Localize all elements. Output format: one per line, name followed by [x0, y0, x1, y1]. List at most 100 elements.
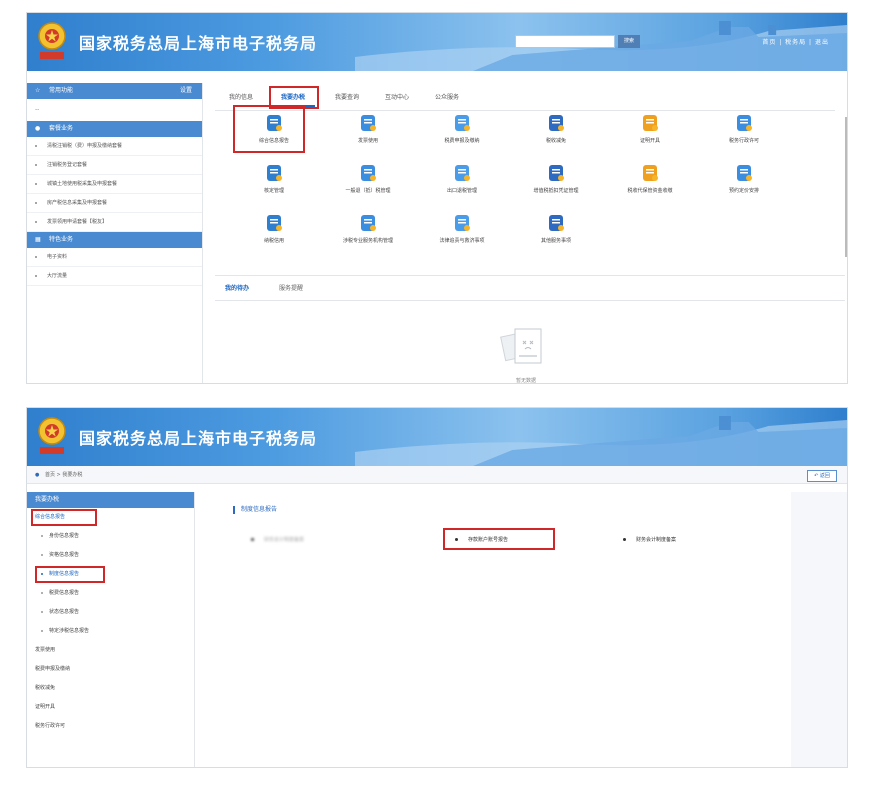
sidebar-subitem[interactable]: 资格信息报告 [27, 546, 194, 565]
service-item[interactable]: 一般退（抵）税管理 [323, 163, 413, 194]
sidebar-subitem[interactable]: 状态信息报告 [27, 603, 194, 622]
back-button[interactable]: ↶ 返回 [807, 470, 837, 482]
service-item[interactable]: 核定管理 [229, 163, 319, 194]
service-label: 税收减免 [545, 138, 566, 144]
location-pin-icon: ● [35, 472, 40, 478]
sidebar-item[interactable]: 电子资料 [27, 248, 202, 267]
service-item[interactable]: 税收代保管资金收缴 [605, 163, 695, 194]
doc2-icon [737, 115, 752, 131]
service-label: 核定管理 [263, 188, 284, 194]
service-item[interactable]: 出口退税管理 [417, 163, 507, 194]
service-item[interactable]: 纳税信用 [229, 213, 319, 244]
sidebar-item[interactable]: 清税注销税（费）申报及缴纳套餐 [27, 137, 202, 156]
section-label: 套餐业务 [49, 125, 74, 132]
sidebar-subitem[interactable]: 税费信息报告 [27, 584, 194, 603]
breadcrumb-text[interactable]: 首页 > 我要办税 [45, 472, 82, 478]
service-label: 出口退税管理 [446, 188, 477, 194]
refresh-icon [455, 165, 470, 181]
note-icon [643, 115, 658, 131]
sidebar-subitem[interactable]: 身份信息报告 [27, 527, 194, 546]
scrollbar[interactable] [845, 117, 847, 257]
service-label: 证明开具 [639, 138, 660, 144]
cloud-icon [455, 115, 470, 131]
sidebar-subitem-selected[interactable]: 制度信息报告 [27, 565, 194, 584]
highlight-box [233, 105, 305, 153]
service-label: 税务行政许可 [728, 138, 759, 144]
service-label: 预约定价安排 [728, 188, 759, 194]
report-option-accounting-system[interactable]: 财务会计制度备案 [623, 536, 676, 543]
box-icon [643, 165, 658, 181]
empty-state-text: 暂无数据 [515, 378, 536, 384]
service-label: 纳税信用 [263, 238, 284, 244]
tab-interaction[interactable]: 互动中心 [379, 89, 415, 107]
top-links[interactable]: 首页 | 税务局 | 退出 [762, 37, 829, 46]
sidebar-group[interactable]: 税费申报及缴纳 [27, 660, 194, 679]
site-banner: 国家税务总局上海市电子税务局 [27, 408, 847, 466]
service-item[interactable]: 证明开具 [605, 113, 695, 144]
sidebar-section-packages[interactable]: ● 套餐业务 [27, 121, 202, 137]
tax-emblem-icon [38, 22, 66, 59]
settings-link[interactable]: 设置 [180, 83, 192, 99]
badge-icon [267, 215, 282, 231]
section-label: 特色业务 [49, 236, 74, 243]
left-sidebar: 我要办税 综合信息报告 身份信息报告 资格信息报告 制度信息报告 税费信息报告 … [27, 492, 195, 767]
great-wall-illustration [355, 416, 847, 466]
seal-icon [361, 115, 376, 131]
portal-home-screen: 国家税务总局上海市电子税务局 搜索 首页 | 税务局 | 退出 ☆ 常用功能 设置… [26, 12, 848, 384]
breadcrumb: ● 首页 > 我要办税 [27, 466, 847, 484]
service-label: 增值税抵扣凭证管理 [533, 188, 579, 194]
service-label: 涉税专业服务机构管理 [342, 238, 393, 244]
sidebar-item[interactable]: 房产税信息采集及申报套餐 [27, 194, 202, 213]
tab-query[interactable]: 我要查询 [329, 89, 365, 107]
pen-icon [361, 215, 376, 231]
service-item[interactable]: 税务行政许可 [699, 113, 789, 144]
sidebar-item[interactable]: 大厅流量 [27, 267, 202, 286]
service-item[interactable]: 税收减免 [511, 113, 601, 144]
circle-icon: ● [35, 125, 41, 132]
sidebar-item[interactable]: 发票领用申请套餐【税友】 [27, 213, 202, 232]
service-label: 其他服务事项 [540, 238, 571, 244]
service-item[interactable]: 涉税专业服务机构管理 [323, 213, 413, 244]
report-content: 制度信息报告 财务会计制度备案 存款账户账号报告 财务会计制度备案 [211, 492, 789, 767]
sidebar-head[interactable]: 我要办税 [27, 492, 194, 508]
search-button[interactable]: 搜索 [618, 35, 640, 48]
card-icon [549, 165, 564, 181]
calc-icon [737, 165, 752, 181]
left-sidebar: ☆ 常用功能 设置 -- ● 套餐业务 清税注销税（费）申报及缴纳套餐 注销税务登记… [27, 83, 203, 383]
sidebar-group[interactable]: 发票使用 [27, 641, 194, 660]
right-empty-pane [791, 492, 847, 767]
tab-public-service[interactable]: 公众服务 [429, 89, 465, 107]
site-title: 国家税务总局上海市电子税务局 [79, 34, 318, 53]
sidebar-item[interactable]: 注销税务登记套餐 [27, 156, 202, 175]
service-item[interactable]: 税费申报及缴纳 [417, 113, 507, 144]
section-title: 制度信息报告 [233, 506, 277, 514]
service-item[interactable]: 法律追责与救济事项 [417, 213, 507, 244]
sidebar-group[interactable]: 证明开具 [27, 698, 194, 717]
grid-icon: ▦ [35, 236, 41, 243]
tab-my-todo[interactable]: 我的待办 [225, 283, 249, 292]
sidebar-subitem[interactable]: 特定涉税信息报告 [27, 622, 194, 641]
highlight-box [35, 566, 105, 583]
service-label: 税费申报及缴纳 [444, 138, 480, 144]
service-item[interactable]: 发票使用 [323, 113, 413, 144]
sidebar-group[interactable]: 税务行政许可 [27, 717, 194, 736]
sidebar-item[interactable]: 城镇土地使用税采集及申报套餐 [27, 175, 202, 194]
sidebar-group-comprehensive[interactable]: 综合信息报告 [27, 508, 194, 527]
tab-service-reminder[interactable]: 服务提醒 [279, 283, 303, 292]
coin-icon [361, 165, 376, 181]
report-detail-screen: 国家税务总局上海市电子税务局 ● 首页 > 我要办税 ↶ 返回 我要办税 综合信… [26, 407, 848, 768]
hammer-icon [455, 215, 470, 231]
service-item[interactable]: 增值税抵扣凭证管理 [511, 163, 601, 194]
service-item[interactable]: 预约定价安排 [699, 163, 789, 194]
service-label: 法律追责与救济事项 [439, 238, 485, 244]
service-label: 税收代保管资金收缴 [627, 188, 673, 194]
sidebar-section-common[interactable]: ☆ 常用功能 设置 [27, 83, 202, 99]
empty-row: -- [35, 106, 40, 113]
section-label: 常用功能 [49, 87, 74, 94]
service-label: 发票使用 [357, 138, 378, 144]
sidebar-section-special[interactable]: ▦ 特色业务 [27, 232, 202, 248]
service-item[interactable]: 其他服务事项 [511, 213, 601, 244]
sidebar-group[interactable]: 税收减免 [27, 679, 194, 698]
search-input[interactable] [515, 35, 615, 48]
report-option-blurred[interactable]: 财务会计制度备案 [251, 536, 304, 543]
